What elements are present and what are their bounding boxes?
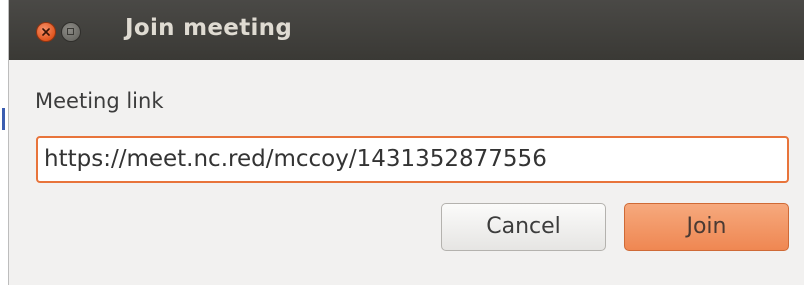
background-window-accent [2,108,5,130]
cancel-button[interactable]: Cancel [441,203,606,251]
close-icon [42,28,50,36]
meeting-link-input[interactable]: https://meet.nc.red/mccoy/1431352877556 [36,136,789,183]
window-title: Join meeting [125,15,293,41]
join-meeting-dialog: Join meeting Meeting link https://meet.n… [9,0,804,285]
maximize-button[interactable] [61,22,81,42]
background-window-edge [0,0,9,285]
maximize-icon [67,28,74,35]
join-button[interactable]: Join [624,203,789,251]
title-bar: Join meeting [9,0,804,60]
meeting-link-label: Meeting link [35,89,164,113]
close-button[interactable] [36,22,56,42]
